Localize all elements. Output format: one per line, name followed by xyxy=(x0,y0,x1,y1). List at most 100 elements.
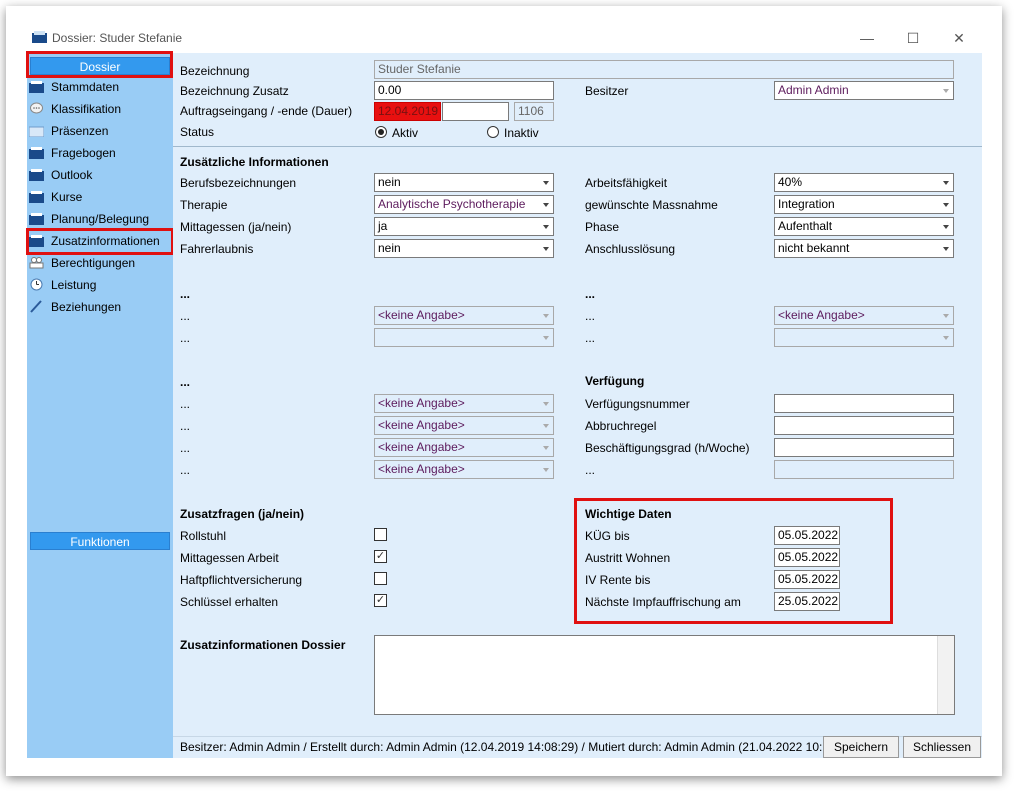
close-window-button[interactable]: ✕ xyxy=(949,29,969,47)
section-title-block3-left: ... xyxy=(180,375,191,389)
phase-dropdown[interactable]: Aufenthalt xyxy=(774,217,954,236)
chevron-down-icon xyxy=(943,203,949,207)
status-inaktiv-radio[interactable] xyxy=(487,126,499,138)
therapie-dropdown[interactable]: Analytische Psychotherapie xyxy=(374,195,554,214)
main-panel: Bezeichnung Studer Stefanie Bezeichnung … xyxy=(173,53,982,758)
block2-right-label: ... xyxy=(585,309,596,323)
maximize-button[interactable]: ☐ xyxy=(903,29,923,47)
sidebar-item-berechtigungen[interactable]: Berechtigungen xyxy=(29,253,169,273)
status-aktiv-label: Aktiv xyxy=(392,126,419,140)
block2-right-dropdown[interactable]: <keine Angabe> xyxy=(774,306,954,325)
chevron-down-icon xyxy=(543,181,549,185)
auftrag-dauer-field: 1106 xyxy=(514,102,554,121)
massnahme-label: gewünschte Massnahme xyxy=(585,198,718,212)
window-title: Dossier: Studer Stefanie xyxy=(52,31,183,45)
save-button[interactable]: Speichern xyxy=(823,736,899,758)
sidebar-item-beziehungen[interactable]: Beziehungen xyxy=(29,297,169,317)
phase-label: Phase xyxy=(585,220,620,234)
block2-right-label: ... xyxy=(585,331,596,345)
highlight-zusatzinformationen xyxy=(26,228,174,255)
berufsbezeichnungen-label: Berufsbezeichnungen xyxy=(180,176,297,190)
block2-left-dropdown[interactable] xyxy=(374,328,554,347)
sidebar-item-planung-belegung[interactable]: Planung/Belegung xyxy=(29,209,169,229)
auftrag-label: Auftragseingang / -ende (Dauer) xyxy=(180,104,353,118)
block3-left-label: ... xyxy=(180,463,191,477)
sidebar-header-funktionen[interactable]: Funktionen xyxy=(30,532,170,550)
block2-left-label: ... xyxy=(180,331,191,345)
chevron-down-icon xyxy=(543,336,549,340)
berufsbezeichnungen-dropdown[interactable]: nein xyxy=(374,173,554,192)
abbruchregel-field[interactable] xyxy=(774,416,954,435)
block3-left-label: ... xyxy=(180,397,191,411)
dossier-notes-label: Zusatzinformationen Dossier xyxy=(180,638,346,652)
minimize-button[interactable]: — xyxy=(857,29,877,47)
folder-icon xyxy=(29,147,44,159)
block3-left-dropdown[interactable]: <keine Angabe> xyxy=(374,394,554,413)
schluessel-label: Schlüssel erhalten xyxy=(180,595,279,609)
block3-left-dropdown[interactable]: <keine Angabe> xyxy=(374,438,554,457)
auftrag-start-field[interactable]: 12.04.2019 xyxy=(374,102,441,121)
status-text: Besitzer: Admin Admin / Erstellt durch: … xyxy=(180,740,857,754)
mittagessen-arbeit-checkbox[interactable]: ✓ xyxy=(374,550,387,563)
besitzer-dropdown[interactable]: Admin Admin xyxy=(774,81,954,100)
sidebar-item-kurse[interactable]: Kurse xyxy=(29,187,169,207)
highlight-wichtige-daten xyxy=(574,498,893,624)
massnahme-dropdown[interactable]: Integration xyxy=(774,195,954,214)
folder-icon xyxy=(32,31,47,43)
dossier-notes-textarea[interactable] xyxy=(374,635,955,715)
chevron-down-icon xyxy=(543,314,549,318)
arbeitsfaehigkeit-label: Arbeitsfähigkeit xyxy=(585,176,668,190)
block3-right-label: ... xyxy=(585,463,596,477)
mittagessen-label: Mittagessen (ja/nein) xyxy=(180,220,292,234)
block3-left-label: ... xyxy=(180,441,191,455)
chevron-down-icon xyxy=(943,336,949,340)
rollstuhl-checkbox[interactable] xyxy=(374,528,387,541)
sidebar-item-fragebogen[interactable]: Fragebogen xyxy=(29,143,169,163)
chevron-down-icon xyxy=(543,402,549,406)
block2-left-dropdown[interactable]: <keine Angabe> xyxy=(374,306,554,325)
arbeitsfaehigkeit-dropdown[interactable]: 40% xyxy=(774,173,954,192)
speech-bubble-icon xyxy=(30,102,43,114)
anschlussloesung-label: Anschlusslösung xyxy=(585,242,676,256)
besitzer-value: Admin Admin xyxy=(778,83,849,97)
bezeichnung-field[interactable]: Studer Stefanie xyxy=(374,60,954,79)
anschlussloesung-dropdown[interactable]: nicht bekannt xyxy=(774,239,954,258)
status-label: Status xyxy=(180,125,215,139)
sidebar-item-stammdaten[interactable]: Stammdaten xyxy=(29,77,169,97)
fahrerlaubnis-dropdown[interactable]: nein xyxy=(374,239,554,258)
section-title-verfuegung: Verfügung xyxy=(585,374,645,388)
bezeichnung-zusatz-field[interactable]: 0.00 xyxy=(374,81,554,100)
block3-left-dropdown[interactable]: <keine Angabe> xyxy=(374,416,554,435)
block2-right-dropdown[interactable] xyxy=(774,328,954,347)
sidebar-item-klassifikation[interactable]: Klassifikation xyxy=(29,99,169,119)
verfuegungsnummer-field[interactable] xyxy=(774,394,954,413)
beschaeftigungsgrad-field[interactable] xyxy=(774,438,954,457)
schluessel-checkbox[interactable]: ✓ xyxy=(374,594,387,607)
sidebar: Dossier Stammdaten Klassifikation Präsen… xyxy=(27,53,173,758)
verfuegungsnummer-label: Verfügungsnummer xyxy=(585,397,690,411)
beschaeftigungsgrad-label: Beschäftigungsgrad (h/Woche) xyxy=(585,441,750,455)
sidebar-item-praesenzen[interactable]: Präsenzen xyxy=(29,121,169,141)
bezeichnung-label: Bezeichnung xyxy=(180,64,250,78)
besitzer-label: Besitzer xyxy=(585,84,629,98)
mittagessen-arbeit-label: Mittagessen Arbeit xyxy=(180,551,279,565)
block3-left-dropdown[interactable]: <keine Angabe> xyxy=(374,460,554,479)
sidebar-item-leistung[interactable]: Leistung xyxy=(29,275,169,295)
scrollbar[interactable] xyxy=(937,636,954,714)
mittagessen-dropdown[interactable]: ja xyxy=(374,217,554,236)
folder-icon xyxy=(29,213,44,225)
haftpflicht-checkbox[interactable] xyxy=(374,572,387,585)
bezeichnung-zusatz-label: Bezeichnung Zusatz xyxy=(180,84,289,98)
block2-left-label: ... xyxy=(180,309,191,323)
auftrag-end-field[interactable] xyxy=(442,102,509,121)
chevron-down-icon xyxy=(543,446,549,450)
close-button[interactable]: Schliessen xyxy=(903,736,981,758)
section-title-block2-left: ... xyxy=(180,287,191,301)
chevron-down-icon xyxy=(543,203,549,207)
chevron-down-icon xyxy=(943,314,949,318)
therapie-label: Therapie xyxy=(180,198,228,212)
sidebar-item-outlook[interactable]: Outlook xyxy=(29,165,169,185)
folder-open-icon xyxy=(29,126,44,137)
pencil-icon xyxy=(30,300,42,313)
status-aktiv-radio[interactable] xyxy=(375,126,387,138)
